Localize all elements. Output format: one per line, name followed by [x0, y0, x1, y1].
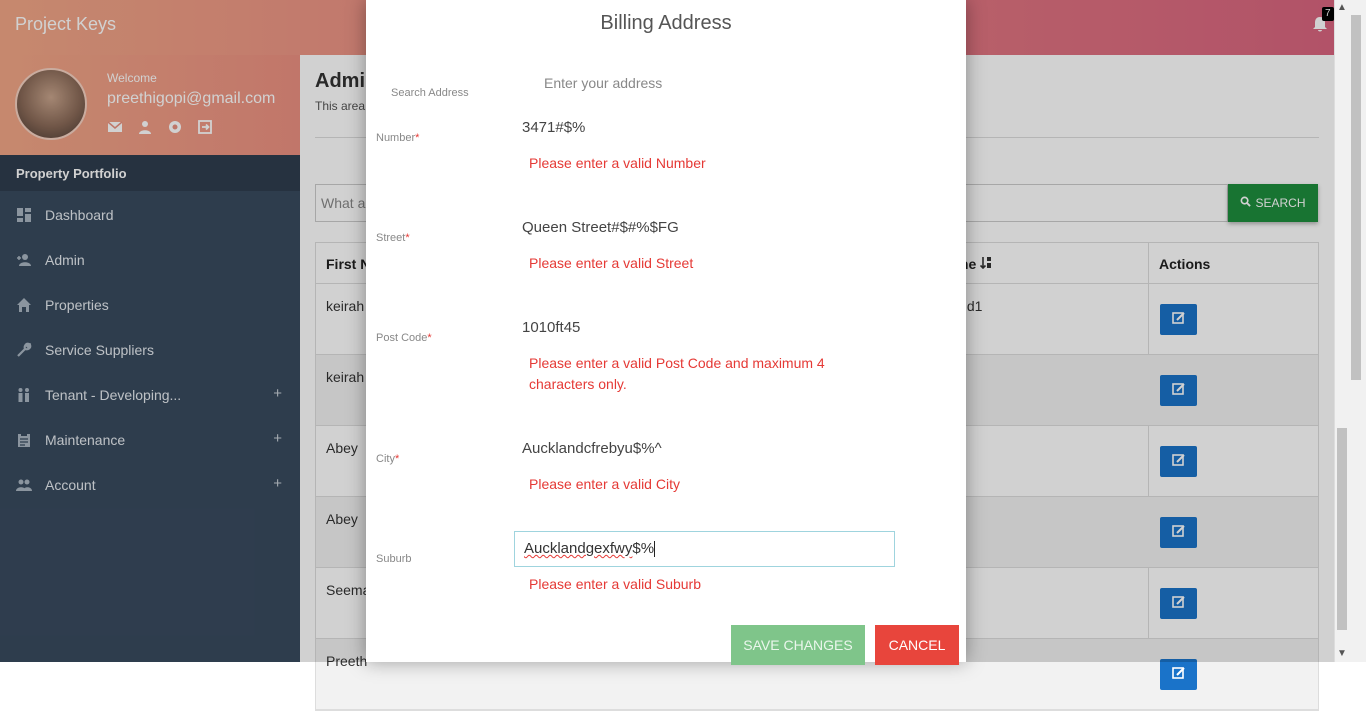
city-error: Please enter a valid City: [529, 476, 680, 492]
suburb-label: Suburb: [376, 553, 412, 565]
number-label: Number*: [376, 132, 420, 144]
search-address-input[interactable]: Enter your address: [544, 75, 662, 91]
search-address-label: Search Address: [391, 87, 469, 99]
page-scrollbar-thumb[interactable]: [1337, 428, 1347, 630]
number-field[interactable]: 3471#$%: [522, 119, 585, 136]
suburb-value-rest: $%: [632, 540, 655, 557]
postcode-field[interactable]: 1010ft45: [522, 319, 580, 336]
city-label: City*: [376, 453, 400, 465]
street-label: Street*: [376, 232, 410, 244]
scroll-down-arrow-icon[interactable]: ▼: [1334, 648, 1350, 659]
postcode-error: Please enter a valid Post Code and maxim…: [529, 355, 825, 392]
postcode-label: Post Code*: [376, 332, 432, 344]
modal-scrollbar-thumb[interactable]: [1351, 15, 1361, 380]
street-field[interactable]: Queen Street#$#%$FG: [522, 219, 679, 236]
number-error: Please enter a valid Number: [529, 155, 706, 171]
save-changes-button[interactable]: SAVE CHANGES: [731, 625, 865, 665]
scroll-up-arrow-icon[interactable]: ▲: [1334, 2, 1350, 13]
cancel-button[interactable]: CANCEL: [875, 625, 959, 665]
street-error: Please enter a valid Street: [529, 255, 694, 271]
modal-title: Billing Address: [600, 12, 732, 34]
text-caret: [654, 541, 656, 558]
suburb-value-misspelled: Aucklandgexfwy: [524, 540, 633, 557]
edit-icon: [1171, 666, 1186, 683]
billing-address-modal: Billing Address Search Address Enter you…: [366, 0, 966, 665]
suburb-field[interactable]: Aucklandgexfwy$%: [514, 531, 895, 567]
edit-button[interactable]: [1160, 659, 1197, 690]
suburb-error: Please enter a valid Suburb: [529, 576, 701, 592]
city-field[interactable]: Aucklandcfrebyu$%^: [522, 440, 662, 457]
